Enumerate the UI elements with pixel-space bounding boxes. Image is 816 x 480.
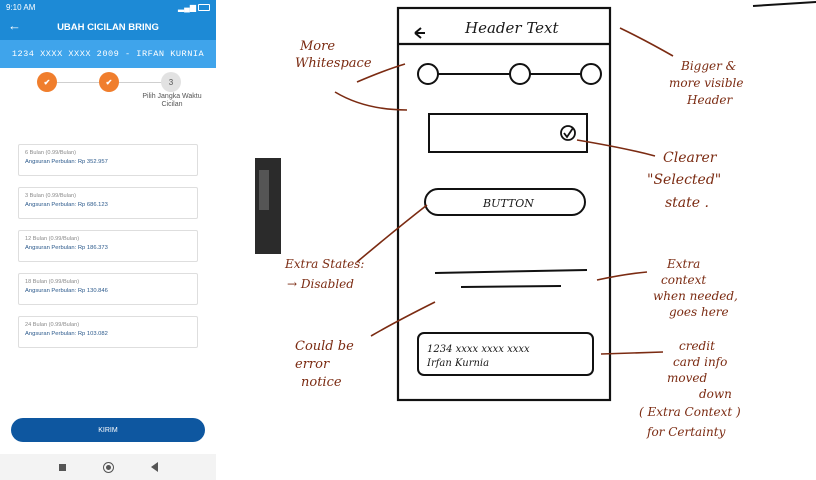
svg-text:Extra States:: Extra States: — [284, 257, 364, 271]
submit-button[interactable]: KIRIM — [11, 418, 205, 442]
photo-edge-detail — [259, 170, 269, 210]
option-term: 24 Bulan (0.99/Bulan) — [25, 322, 80, 328]
svg-text:more visible: more visible — [669, 76, 744, 90]
card-info-bar: 1234 XXXX XXXX 2009 - IRFAN KURNIA — [0, 40, 216, 68]
signal-icon: ▂▄▆ — [178, 2, 196, 12]
sketch-button-text: BUTTON — [482, 197, 534, 210]
svg-text:notice: notice — [301, 375, 342, 390]
svg-text:→ Disabled: → Disabled — [287, 277, 354, 291]
svg-text:Whitespace: Whitespace — [295, 56, 372, 71]
step-3-label: Pilih Jangka Waktu Cicilan — [142, 93, 202, 108]
note-credit-card-info: credit card info moved down ( Extra Cont… — [600, 339, 741, 439]
svg-text:Extra: Extra — [666, 257, 700, 271]
sketch-selected-option — [428, 113, 588, 153]
sketch-context-line — [460, 285, 562, 288]
sketch-step-circle — [580, 63, 602, 85]
sketch-context-line — [434, 269, 588, 274]
back-arrow-icon[interactable]: ← — [8, 18, 21, 33]
svg-text:Could be: Could be — [295, 339, 354, 354]
sketch-stray-line — [752, 1, 816, 7]
option-installment: Angsuran Perbulan: Rp 686.123 — [25, 202, 108, 208]
option-installment: Angsuran Perbulan: Rp 130.846 — [25, 288, 108, 294]
installment-option[interactable]: 18 Bulan (0.99/Bulan) Angsuran Perbulan:… — [18, 273, 198, 305]
installment-option[interactable]: 24 Bulan (0.99/Bulan) Angsuran Perbulan:… — [18, 316, 198, 348]
sketch-header-text: Header Text — [464, 19, 559, 37]
step-2-done-check-icon: ✔ — [99, 72, 119, 92]
svg-text:credit: credit — [679, 339, 715, 353]
step-3-indicator: 3 — [161, 72, 181, 92]
svg-text:when needed,: when needed, — [653, 289, 738, 303]
status-icons: ▂▄▆ — [178, 3, 210, 12]
android-nav-bar — [0, 454, 216, 480]
svg-text:More: More — [299, 39, 335, 54]
option-term: 18 Bulan (0.99/Bulan) — [25, 279, 80, 285]
svg-text:context: context — [661, 273, 706, 287]
svg-text:state .: state . — [665, 195, 709, 211]
stepper-line — [117, 82, 165, 83]
sketch-check-mark-icon — [563, 127, 574, 139]
note-bigger-header: Bigger & more visible Header — [619, 27, 744, 107]
status-time: 9:10 AM — [6, 2, 36, 12]
sketch-step-circle — [417, 63, 439, 85]
svg-text:for Certainty: for Certainty — [646, 425, 726, 439]
svg-text:Clearer: Clearer — [663, 150, 718, 166]
note-more-whitespace: More Whitespace — [295, 39, 408, 111]
svg-text:"Selected": "Selected" — [647, 172, 721, 188]
card-number: 1234 XXXX XXXX 2009 - IRFAN KURNIA — [11, 49, 205, 59]
step-1-done-check-icon: ✔ — [37, 72, 57, 92]
recent-apps-icon[interactable] — [58, 463, 66, 471]
progress-stepper: ✔ ✔ 3 Pilih Jangka Waktu Cicilan — [0, 68, 216, 128]
svg-text:( Extra Context ): ( Extra Context ) — [639, 405, 741, 419]
note-clearer-selected: Clearer "Selected" state . — [576, 139, 721, 211]
sketch-card-line2: Irfan Kurnia — [426, 358, 489, 369]
svg-text:card info: card info — [673, 355, 727, 369]
option-term: 12 Bulan (0.99/Bulan) — [25, 236, 80, 242]
installment-option[interactable]: 12 Bulan (0.99/Bulan) Angsuran Perbulan:… — [18, 230, 198, 262]
installment-option[interactable]: 6 Bulan (0.99/Bulan) Angsuran Perbulan: … — [18, 144, 198, 176]
sketch-card-line1: 1234 xxxx xxxx xxxx — [427, 344, 530, 355]
option-installment: Angsuran Perbulan: Rp 352.957 — [25, 159, 108, 165]
note-extra-context: Extra context when needed, goes here — [596, 257, 738, 319]
installment-option[interactable]: 3 Bulan (0.99/Bulan) Angsuran Perbulan: … — [18, 187, 198, 219]
svg-text:moved: moved — [667, 371, 707, 385]
sketch-step-circle — [509, 63, 531, 85]
option-term: 3 Bulan (0.99/Bulan) — [25, 193, 76, 199]
phone-screenshot: 9:10 AM ▂▄▆ ← UBAH CICILAN BRING 1234 XX… — [0, 0, 216, 480]
installment-options-list: 6 Bulan (0.99/Bulan) Angsuran Perbulan: … — [18, 144, 198, 359]
wireframe-sketch: Header Text BUTTON 1234 xxxx xxxx xxxx I… — [255, 1, 816, 439]
option-installment: Angsuran Perbulan: Rp 186.373 — [25, 245, 108, 251]
app-bar: ← UBAH CICILAN BRING — [0, 14, 216, 40]
battery-icon — [198, 3, 210, 11]
home-icon[interactable] — [102, 461, 114, 473]
back-triangle-icon[interactable] — [150, 462, 158, 472]
svg-text:goes here: goes here — [669, 305, 729, 319]
note-could-be-error: Could be error notice — [295, 301, 436, 390]
svg-text:down: down — [699, 387, 732, 401]
sketch-back-arrow-icon — [414, 27, 425, 39]
option-installment: Angsuran Perbulan: Rp 103.082 — [25, 331, 108, 337]
svg-text:Header: Header — [686, 93, 734, 107]
note-extra-states: Extra States: → Disabled — [284, 204, 428, 291]
page-title: UBAH CICILAN BRING — [57, 21, 159, 33]
option-term: 6 Bulan (0.99/Bulan) — [25, 150, 76, 156]
svg-text:error: error — [295, 357, 330, 372]
status-bar: 9:10 AM ▂▄▆ — [0, 0, 216, 14]
svg-text:Bigger &: Bigger & — [680, 59, 737, 73]
